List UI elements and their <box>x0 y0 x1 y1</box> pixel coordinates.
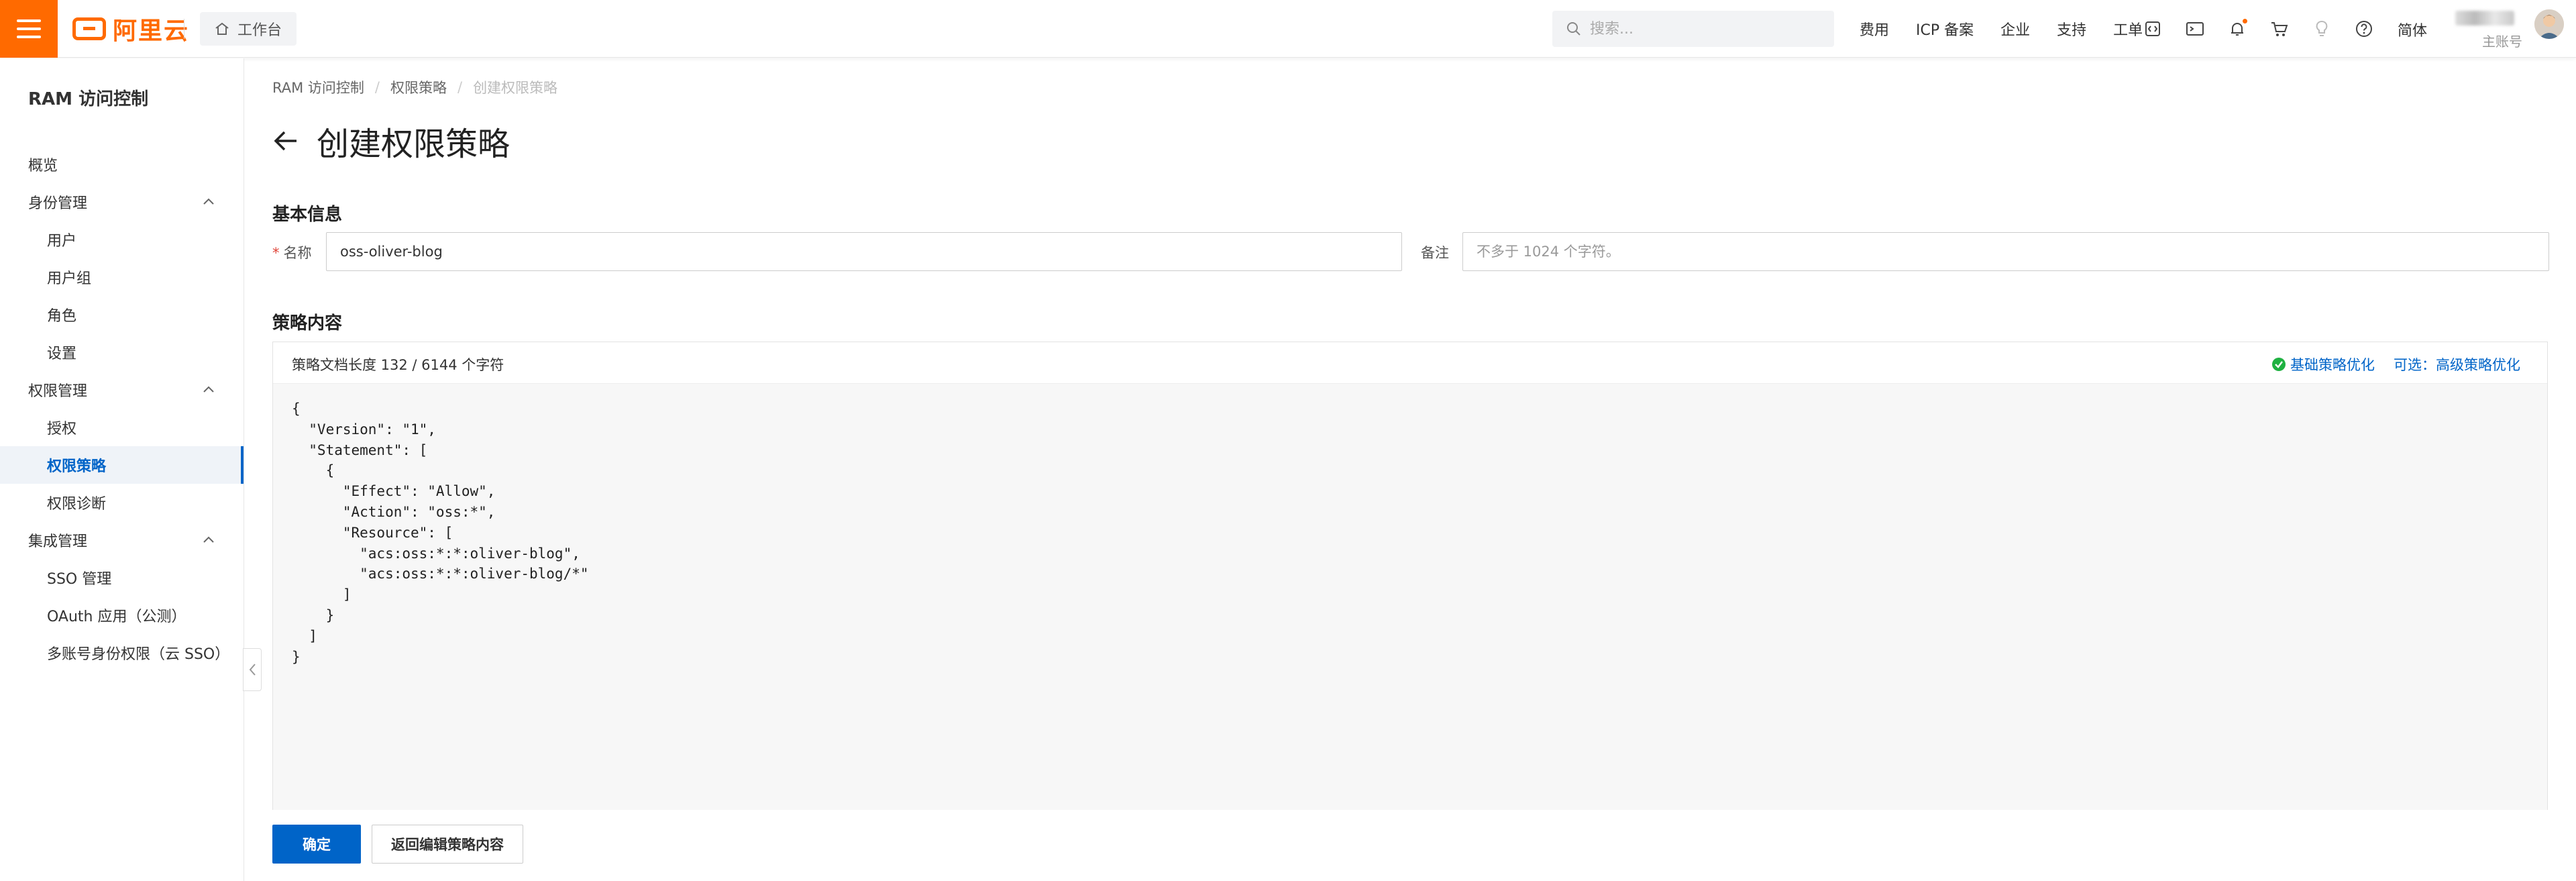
sidebar-item-label: 概览 <box>28 158 58 174</box>
breadcrumb-current: 创建权限策略 <box>473 80 558 96</box>
policy-doc-length: 策略文档长度 132 / 6144 个字符 <box>292 357 504 373</box>
link-support[interactable]: 支持 <box>2057 18 2086 40</box>
link-icp[interactable]: ICP 备案 <box>1916 18 1974 40</box>
logo-text: 阿里云 <box>113 17 190 45</box>
sidebar-group-identity[interactable]: 身份管理 <box>0 183 244 221</box>
sidebar-item-label: OAuth 应用（公测） <box>47 609 186 625</box>
sidebar: RAM 访问控制 概览 身份管理 用户 用户组 角色 设置 权限管理 授权 权限… <box>0 58 244 881</box>
workbench-label: 工作台 <box>237 22 282 39</box>
sidebar-title: RAM 访问控制 <box>28 89 149 109</box>
aliyun-logo-icon <box>72 17 106 40</box>
confirm-button[interactable]: 确定 <box>272 825 361 864</box>
search-box[interactable] <box>1552 11 1834 47</box>
page-title: 创建权限策略 <box>317 125 511 163</box>
top-icon-group <box>2143 0 2396 58</box>
chevron-up-icon <box>203 198 214 205</box>
sidebar-item-settings[interactable]: 设置 <box>0 333 244 371</box>
advanced-optimize-link[interactable]: 可选：高级策略优化 <box>2394 354 2520 374</box>
name-field-label: * 名称 <box>272 242 312 262</box>
sidebar-item-oauth-apps[interactable]: OAuth 应用（公测） <box>0 597 244 634</box>
section-title-basic-info: 基本信息 <box>272 205 343 225</box>
sidebar-item-label: 身份管理 <box>28 195 88 212</box>
name-label-text: 名称 <box>283 245 312 261</box>
sidebar-item-sso[interactable]: SSO 管理 <box>0 559 244 597</box>
bell-icon[interactable] <box>2227 19 2247 39</box>
back-edit-button[interactable]: 返回编辑策略内容 <box>372 825 523 864</box>
sidebar-item-roles[interactable]: 角色 <box>0 296 244 333</box>
language-switch[interactable]: 简体 <box>2398 19 2427 40</box>
breadcrumb: RAM 访问控制 / 权限策略 / 创建权限策略 <box>272 77 557 97</box>
policy-editor: 策略文档长度 132 / 6144 个字符 基础策略优化 可选：高级策略优化 {… <box>272 342 2548 810</box>
basic-optimize-link[interactable]: 基础策略优化 <box>2290 354 2375 374</box>
breadcrumb-ram[interactable]: RAM 访问控制 <box>272 77 364 97</box>
sidebar-item-grants[interactable]: 授权 <box>0 409 244 446</box>
sidebar-item-label: 用户组 <box>47 270 92 287</box>
aliyun-logo[interactable]: 阿里云 <box>72 15 189 45</box>
search-icon <box>1567 22 1580 36</box>
link-enterprise[interactable]: 企业 <box>2000 18 2030 40</box>
breadcrumb-separator: / <box>374 79 380 95</box>
sidebar-group-permissions[interactable]: 权限管理 <box>0 371 244 409</box>
terminal-icon[interactable] <box>2185 19 2205 39</box>
sidebar-item-label: SSO 管理 <box>47 571 112 588</box>
workbench-button[interactable]: 工作台 <box>200 12 297 46</box>
sidebar-item-label: 集成管理 <box>28 533 88 550</box>
policy-json-code[interactable]: { "Version": "1", "Statement": [ { "Effe… <box>273 384 2547 810</box>
check-circle-icon <box>2272 358 2286 371</box>
sidebar-item-permission-diagnosis[interactable]: 权限诊断 <box>0 484 244 521</box>
menu-icon <box>17 19 41 38</box>
code-icon[interactable] <box>2143 19 2163 39</box>
remark-field-label: 备注 <box>1421 245 1449 261</box>
back-arrow-icon[interactable] <box>272 127 299 154</box>
breadcrumb-policies[interactable]: 权限策略 <box>390 77 447 97</box>
policy-name-input[interactable] <box>326 232 1402 271</box>
cart-icon[interactable] <box>2269 19 2290 39</box>
sidebar-item-label: 权限策略 <box>47 458 107 475</box>
link-billing[interactable]: 费用 <box>1860 18 1889 40</box>
account-type-label: 主账号 <box>2482 34 2522 50</box>
account-info[interactable]: 主账号 <box>2455 8 2522 50</box>
chevron-up-icon <box>203 386 214 393</box>
avatar[interactable] <box>2534 9 2564 39</box>
search-input[interactable] <box>1590 20 1831 38</box>
sidebar-item-label: 角色 <box>47 308 77 325</box>
top-navigation-bar: 阿里云 工作台 费用 ICP 备案 企业 支持 工单 <box>0 0 2576 58</box>
required-mark: * <box>272 245 280 261</box>
section-title-policy-content: 策略内容 <box>272 313 343 333</box>
hamburger-menu-button[interactable] <box>0 0 58 58</box>
account-name-redacted <box>2455 11 2514 25</box>
chevron-up-icon <box>203 536 214 543</box>
sidebar-item-label: 授权 <box>47 421 77 437</box>
sidebar-item-users[interactable]: 用户 <box>0 221 244 258</box>
link-ticket[interactable]: 工单 <box>2113 18 2143 40</box>
breadcrumb-separator: / <box>457 79 463 95</box>
sidebar-item-label: 多账号身份权限（云 SSO） <box>47 646 230 663</box>
sidebar-item-label: 权限管理 <box>28 383 88 400</box>
main-content: RAM 访问控制 / 权限策略 / 创建权限策略 创建权限策略 基本信息 * 名称… <box>244 58 2576 881</box>
sidebar-item-label: 权限诊断 <box>47 496 107 513</box>
sidebar-item-label: 用户 <box>47 233 77 250</box>
notification-dot <box>2243 19 2247 23</box>
help-icon[interactable] <box>2354 19 2374 39</box>
policy-optimize-links: 基础策略优化 可选：高级策略优化 <box>2271 354 2520 374</box>
top-links: 费用 ICP 备案 企业 支持 工单 <box>1860 0 2169 58</box>
sidebar-item-cloud-sso[interactable]: 多账号身份权限（云 SSO） <box>0 634 244 672</box>
page-header: 创建权限策略 <box>272 117 510 164</box>
sidebar-item-policies[interactable]: 权限策略 <box>0 446 244 484</box>
lightbulb-icon[interactable] <box>2312 19 2332 39</box>
home-icon <box>215 22 229 35</box>
remark-input[interactable] <box>1462 232 2549 271</box>
sidebar-group-integration[interactable]: 集成管理 <box>0 521 244 559</box>
user-avatar-icon <box>2534 9 2564 39</box>
sidebar-item-user-groups[interactable]: 用户组 <box>0 258 244 296</box>
sidebar-item-overview[interactable]: 概览 <box>0 146 244 183</box>
sidebar-item-label: 设置 <box>47 346 77 362</box>
policy-editor-header: 策略文档长度 132 / 6144 个字符 基础策略优化 可选：高级策略优化 <box>273 342 2547 384</box>
